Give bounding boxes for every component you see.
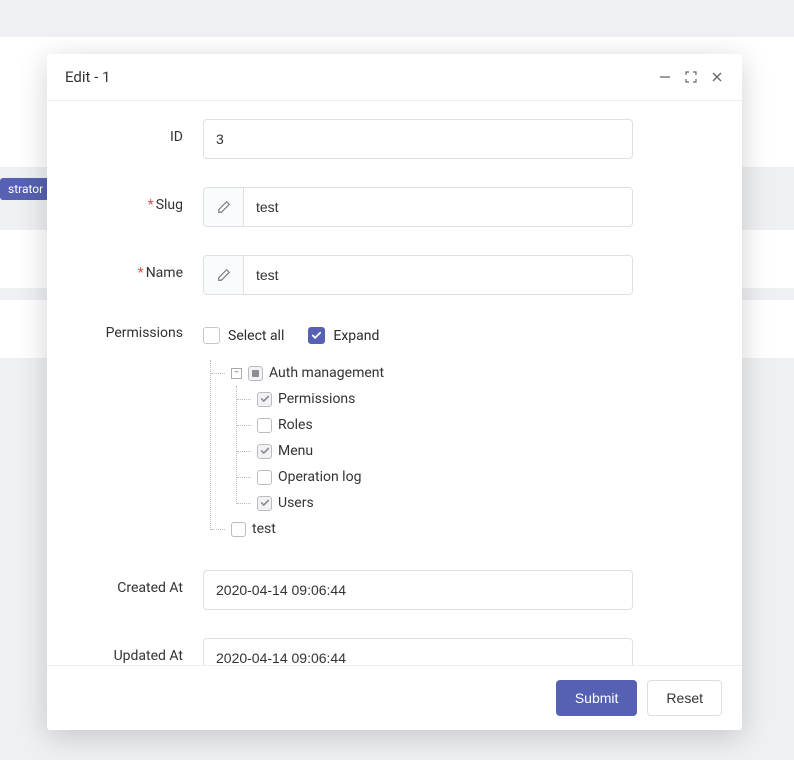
updated-at-field[interactable] [203,638,633,665]
tree-label: Roles [278,417,313,433]
modal-header: Edit - 1 [47,54,742,101]
tree-checkbox-permissions[interactable] [257,392,272,407]
name-input-group [203,255,633,295]
slug-input-group [203,187,633,227]
minimize-icon[interactable] [658,70,672,84]
tree-label: Auth management [269,365,384,381]
name-label: *Name [71,255,203,281]
required-asterisk: * [138,265,144,281]
reset-button[interactable]: Reset [647,680,722,716]
select-all-wrap[interactable]: Select all [203,327,284,344]
tree-checkbox-operation-log[interactable] [257,470,272,485]
tree-label: Users [278,495,314,511]
tree-checkbox-roles[interactable] [257,418,272,433]
tree-label: Operation log [278,469,361,485]
tree-node-auth-management: − Auth management [211,360,633,516]
tree-checkbox-auth-management[interactable] [248,366,263,381]
select-all-label: Select all [228,328,284,344]
tree-root: − Auth management [205,360,633,542]
id-label: ID [71,119,203,145]
pencil-icon [204,188,244,226]
form-row-permissions: Permissions Select all Expand [71,323,718,542]
form-row-slug: *Slug [71,187,718,227]
select-all-checkbox[interactable] [203,327,220,344]
expand-checkbox[interactable] [308,327,325,344]
form-row-id: ID [71,119,718,159]
bg-admin-badge: strator [0,178,51,200]
submit-button[interactable]: Submit [556,680,638,716]
tree-label: Permissions [278,391,355,407]
fullscreen-icon[interactable] [684,70,698,84]
slug-field[interactable] [244,188,632,226]
tree-node-test: test [211,516,633,542]
tree-label: Menu [278,443,313,459]
created-at-field[interactable] [203,570,633,610]
form-row-created-at: Created At [71,570,718,610]
form-row-updated-at: Updated At [71,638,718,665]
expand-label: Expand [333,328,379,344]
slug-label: *Slug [71,187,203,213]
required-asterisk: * [148,197,154,213]
permissions-controls: Select all Expand [203,327,633,344]
tree-collapse-icon[interactable]: − [231,368,242,379]
tree-node-roles: Roles [237,412,633,438]
permissions-tree: − Auth management [205,360,633,542]
edit-modal: Edit - 1 ID [47,54,742,730]
tree-node-permissions: Permissions [237,386,633,412]
tree-node-operation-log: Operation log [237,464,633,490]
name-label-text: Name [146,265,183,281]
tree-node-users: Users [237,490,633,516]
modal-body: ID *Slug *Name [47,101,742,665]
updated-at-label: Updated At [71,638,203,664]
tree-checkbox-test[interactable] [231,522,246,537]
slug-label-text: Slug [156,197,183,213]
expand-wrap[interactable]: Expand [308,327,379,344]
modal-window-controls [658,70,724,84]
tree-checkbox-menu[interactable] [257,444,272,459]
modal-footer: Submit Reset [47,665,742,730]
created-at-label: Created At [71,570,203,596]
permissions-label: Permissions [71,323,203,341]
form-row-name: *Name [71,255,718,295]
tree-label: test [252,521,276,537]
tree-checkbox-users[interactable] [257,496,272,511]
name-field[interactable] [244,256,632,294]
tree-node-menu: Menu [237,438,633,464]
id-field[interactable] [203,119,633,159]
modal-title: Edit - 1 [65,68,110,86]
pencil-icon [204,256,244,294]
close-icon[interactable] [710,70,724,84]
